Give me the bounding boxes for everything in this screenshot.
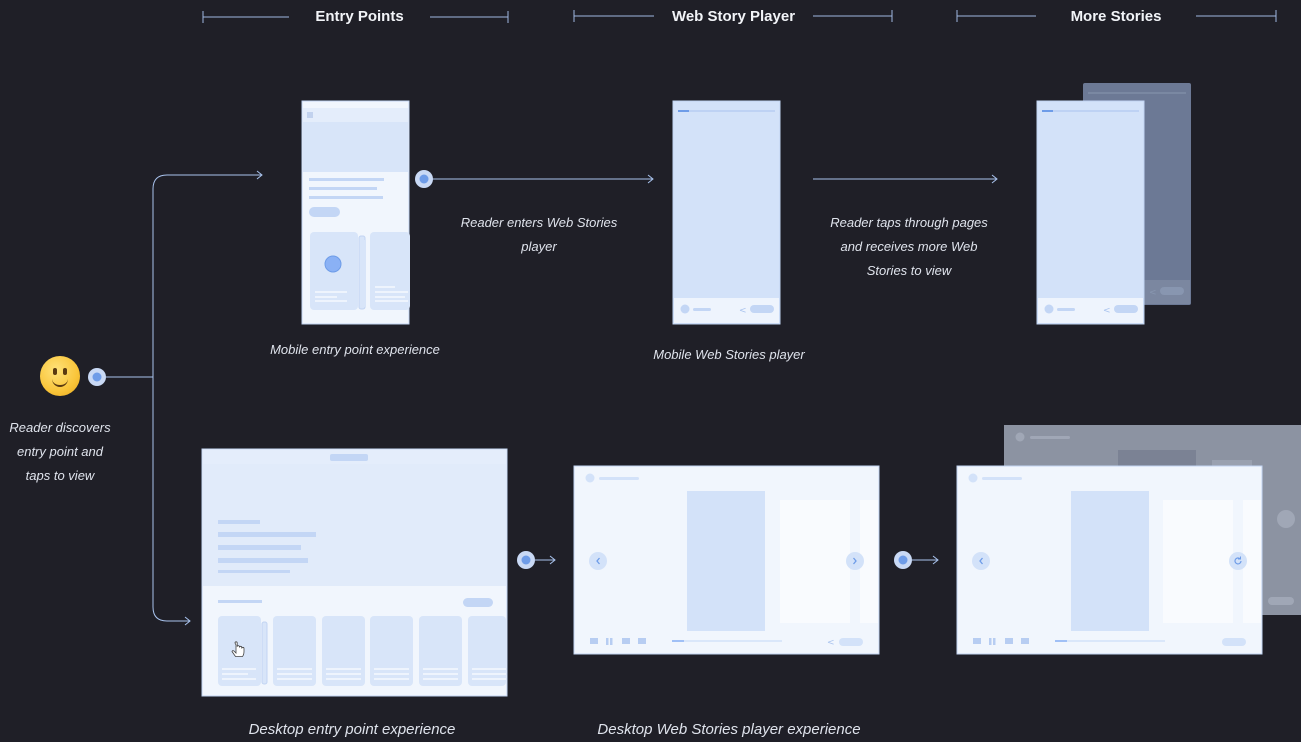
svg-text:<: < xyxy=(1149,288,1157,298)
section-header-more-stories: More Stories xyxy=(1070,8,1162,25)
reader-node-dot xyxy=(88,368,106,386)
more-stories-desktop-front xyxy=(956,465,1263,655)
arrow-mobile-entry-to-player xyxy=(432,174,654,184)
caption-reader-taps-through: Reader taps through pages and receives m… xyxy=(830,215,988,278)
svg-text:<: < xyxy=(827,638,835,648)
svg-text:<: < xyxy=(739,306,747,316)
mobile-entry-mockup xyxy=(301,100,410,325)
mobile-entry-node-dot xyxy=(415,170,433,188)
section-header-entry-points: Entry Points xyxy=(315,8,404,25)
caption-reader-discovers: Reader discovers entry point and taps to… xyxy=(9,420,111,483)
desktop-entry-mockup xyxy=(201,448,508,697)
arrow-mobile-player-to-more xyxy=(813,174,998,184)
caption-desktop-player: Desktop Web Stories player experience xyxy=(597,721,861,738)
arrow-desktop-player-to-more xyxy=(894,551,939,569)
mobile-player-mockup: < xyxy=(672,100,781,325)
caption-reader-enters: Reader enters Web Stories player xyxy=(460,215,618,254)
caption-mobile-player: Mobile Web Stories player xyxy=(653,347,805,362)
desktop-player-mockup: < xyxy=(573,465,880,655)
smiley-face-icon xyxy=(40,356,80,396)
caption-mobile-entry: Mobile entry point experience xyxy=(270,342,440,357)
caption-desktop-entry: Desktop entry point experience xyxy=(248,721,456,738)
svg-text:<: < xyxy=(1103,306,1111,316)
arrow-desktop-entry-to-player xyxy=(517,551,556,569)
flow-diagram: < < < < xyxy=(88,10,1301,697)
more-stories-mobile-front: < xyxy=(1036,100,1145,325)
section-header-web-story-player: Web Story Player xyxy=(671,8,796,25)
